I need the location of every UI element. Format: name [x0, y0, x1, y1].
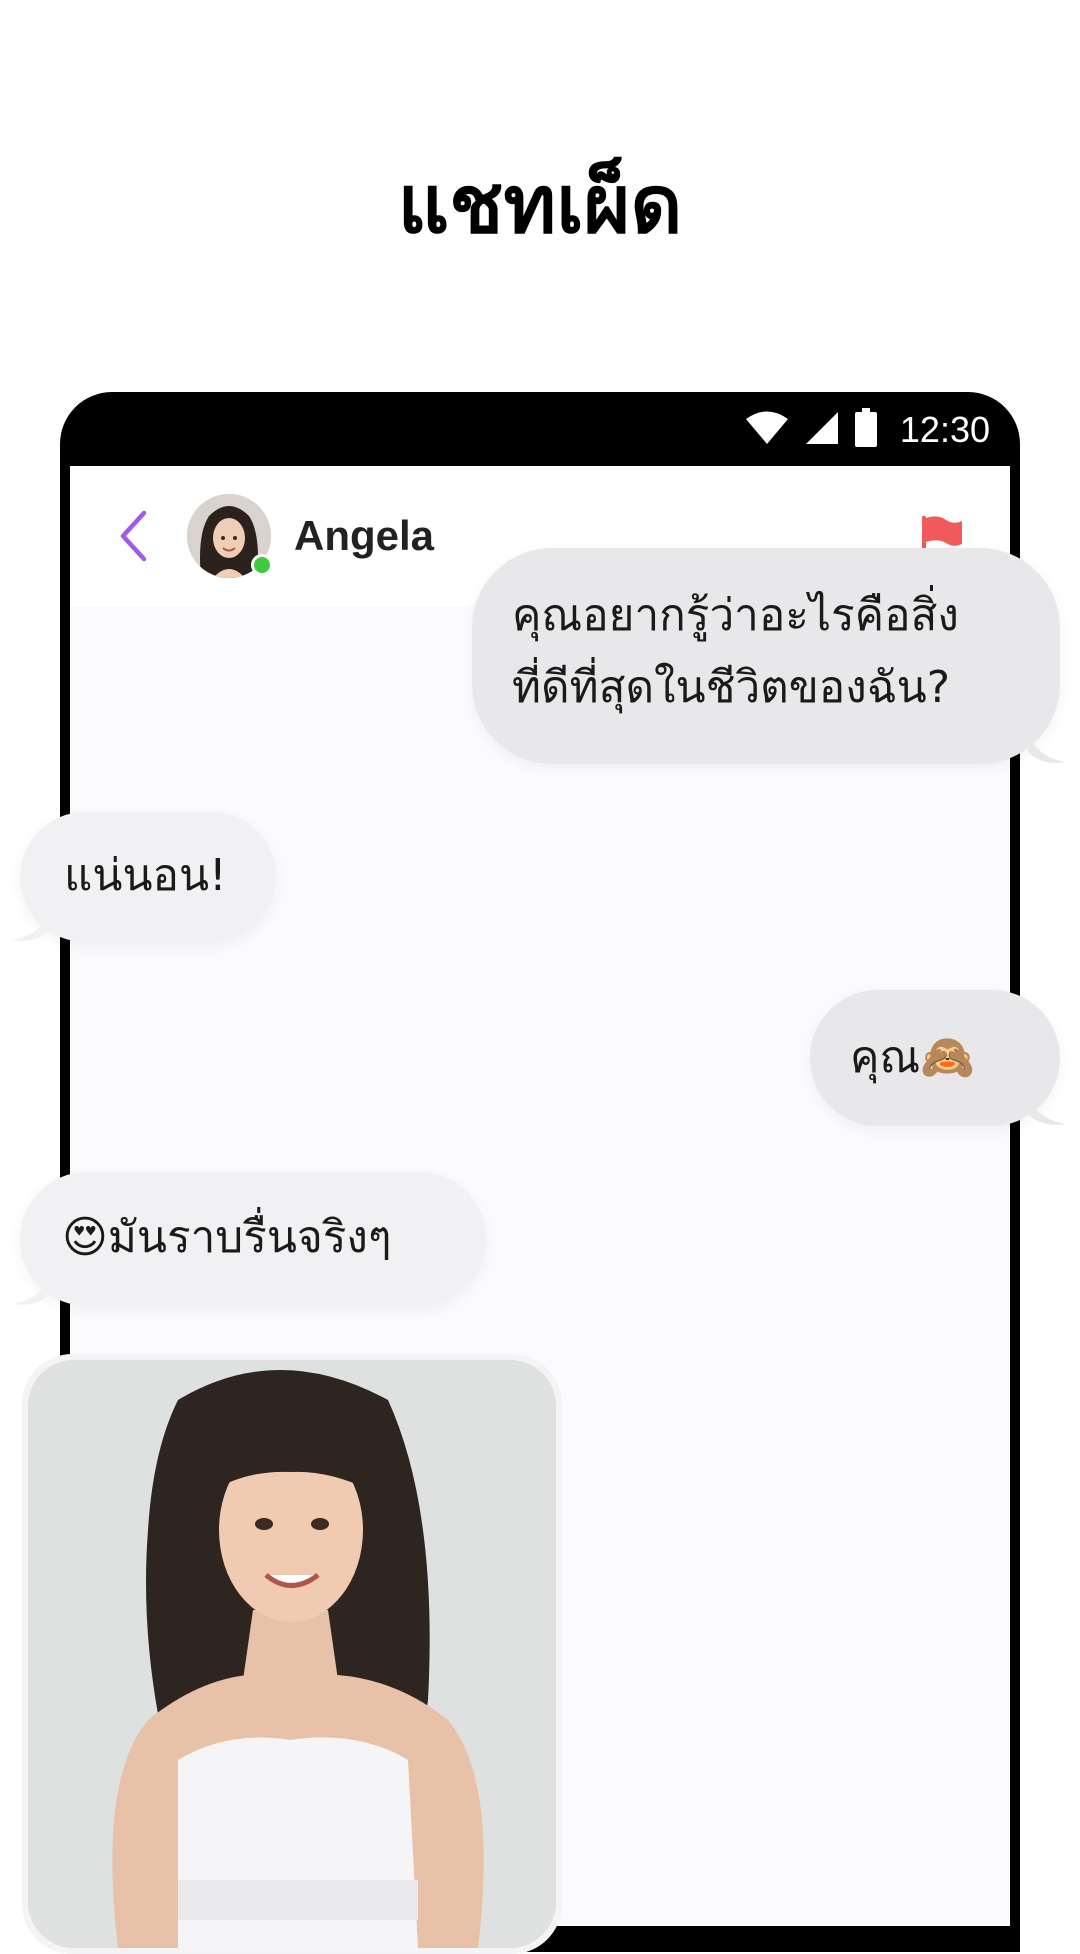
message-text: แน่นอน!: [64, 850, 227, 901]
online-status-dot: [251, 554, 273, 576]
battery-icon: [854, 408, 878, 452]
bubble-tail: [12, 914, 50, 941]
message-text-content: มันราบรื่นจริงๆ: [107, 1212, 392, 1263]
message-text: คุณอยากรู้ว่าอะไรคือสิ่ง ที่ดีที่สุดในชี…: [512, 580, 1032, 724]
message-line: คุณอยากรู้ว่าอะไรคือสิ่ง: [512, 590, 959, 641]
status-time: 12:30: [899, 409, 990, 450]
signal-icon: [804, 410, 840, 450]
chevron-left-icon: [120, 510, 147, 562]
incoming-message-bubble[interactable]: แน่นอน!: [12, 812, 276, 942]
status-bar: 12:30: [60, 392, 1020, 466]
incoming-message-bubble[interactable]: 😍มันราบรื่นจริงๆ: [12, 1172, 486, 1306]
photo-message[interactable]: [22, 1354, 562, 1954]
bubble-tail: [12, 1278, 50, 1305]
heart-eyes-emoji: 😍: [62, 1212, 108, 1263]
back-button[interactable]: [108, 506, 158, 566]
bubble-tail: [1028, 1098, 1066, 1125]
outgoing-message-bubble[interactable]: คุณอยากรู้ว่าอะไรคือสิ่ง ที่ดีที่สุดในชี…: [472, 548, 1066, 764]
message-line: ที่ดีที่สุดในชีวิตของฉัน?: [512, 662, 951, 713]
message-text: คุณ🙈: [850, 1022, 975, 1094]
outgoing-message-bubble[interactable]: คุณ🙈: [810, 990, 1066, 1126]
contact-name: Angela: [294, 512, 435, 559]
see-no-evil-monkey-emoji: 🙈: [920, 1032, 976, 1083]
photo-image: [28, 1360, 556, 1948]
wifi-icon: [744, 410, 790, 450]
message-text-content: คุณ: [850, 1032, 921, 1083]
avatar[interactable]: [187, 494, 273, 578]
page-headline: แชทเผ็ด: [397, 158, 683, 251]
message-text: 😍มันราบรื่นจริงๆ: [62, 1202, 391, 1274]
bubble-tail: [1028, 736, 1066, 763]
